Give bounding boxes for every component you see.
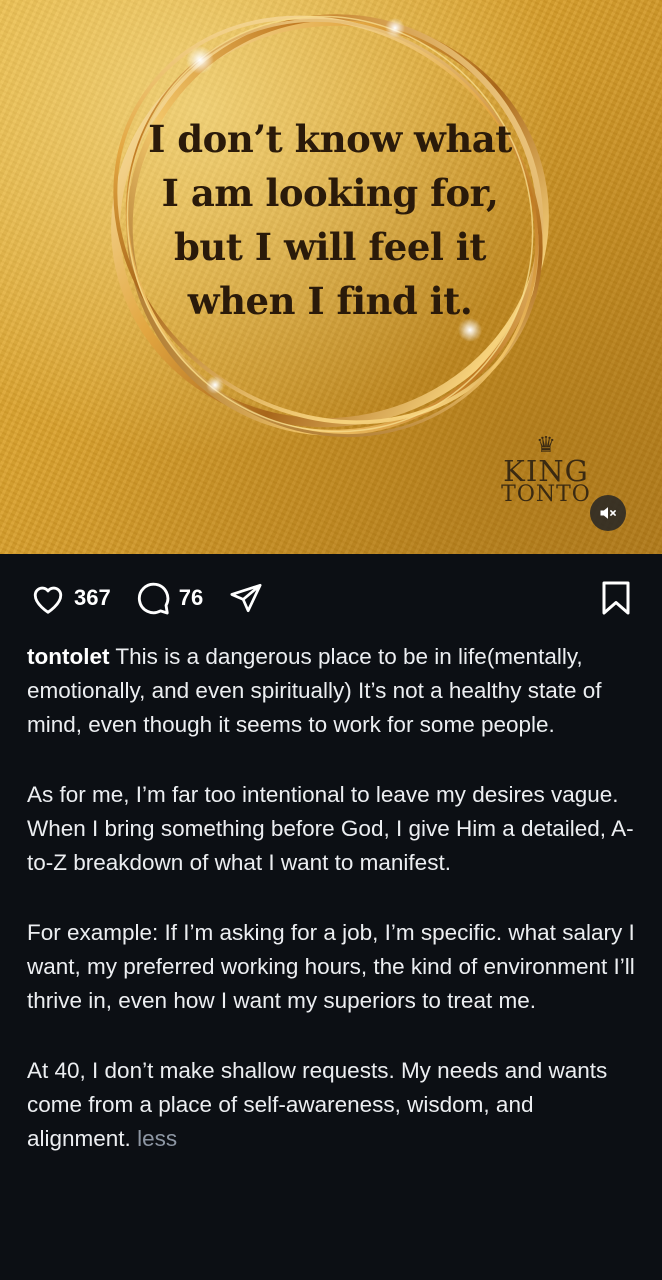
speaker-muted-icon (600, 507, 616, 519)
caption-paragraph: At 40, I don’t make shallow requests. My… (27, 1054, 637, 1156)
quote-line: when I find it. (187, 279, 473, 323)
post-image[interactable]: I don’t know what I am looking for, but … (0, 0, 662, 554)
quote-line: I am looking for, (161, 171, 499, 215)
brand-line-2: TONTO (501, 482, 591, 507)
comment-bubble-icon (137, 582, 169, 615)
post-caption: tontolet This is a dangerous place to be… (27, 640, 637, 1192)
caption-paragraph: tontolet This is a dangerous place to be… (27, 640, 637, 742)
comment-count[interactable]: 76 (179, 585, 203, 611)
caption-text: At 40, I don’t make shallow requests. My… (27, 1058, 608, 1151)
brand-logo: ♛ KING TONTO (488, 433, 604, 507)
post-actions-bar: 367 76 (30, 574, 632, 622)
mute-button[interactable] (590, 495, 626, 531)
comment-action: 76 (135, 580, 203, 616)
quote-text: I don’t know what I am looking for, but … (130, 112, 530, 328)
heart-icon (33, 586, 63, 614)
caption-paragraph: For example: If I’m asking for a job, I’… (27, 920, 635, 1013)
crown-icon: ♛ (536, 433, 556, 458)
caption-paragraph: As for me, I’m far too intentional to le… (27, 782, 634, 875)
comment-button[interactable] (135, 580, 171, 616)
save-button[interactable] (600, 580, 632, 616)
like-action: 367 (30, 581, 111, 615)
quote-line: but I will feel it (174, 225, 486, 269)
like-button[interactable] (30, 581, 66, 615)
like-count[interactable]: 367 (74, 585, 111, 611)
caption-username[interactable]: tontolet (27, 644, 109, 669)
bookmark-icon (602, 581, 630, 615)
caption-text: This is a dangerous place to be in life(… (27, 644, 602, 737)
less-link[interactable]: less (137, 1126, 177, 1151)
share-button[interactable] (229, 581, 263, 615)
paper-plane-icon (230, 583, 262, 613)
quote-line: I don’t know what (148, 117, 512, 161)
